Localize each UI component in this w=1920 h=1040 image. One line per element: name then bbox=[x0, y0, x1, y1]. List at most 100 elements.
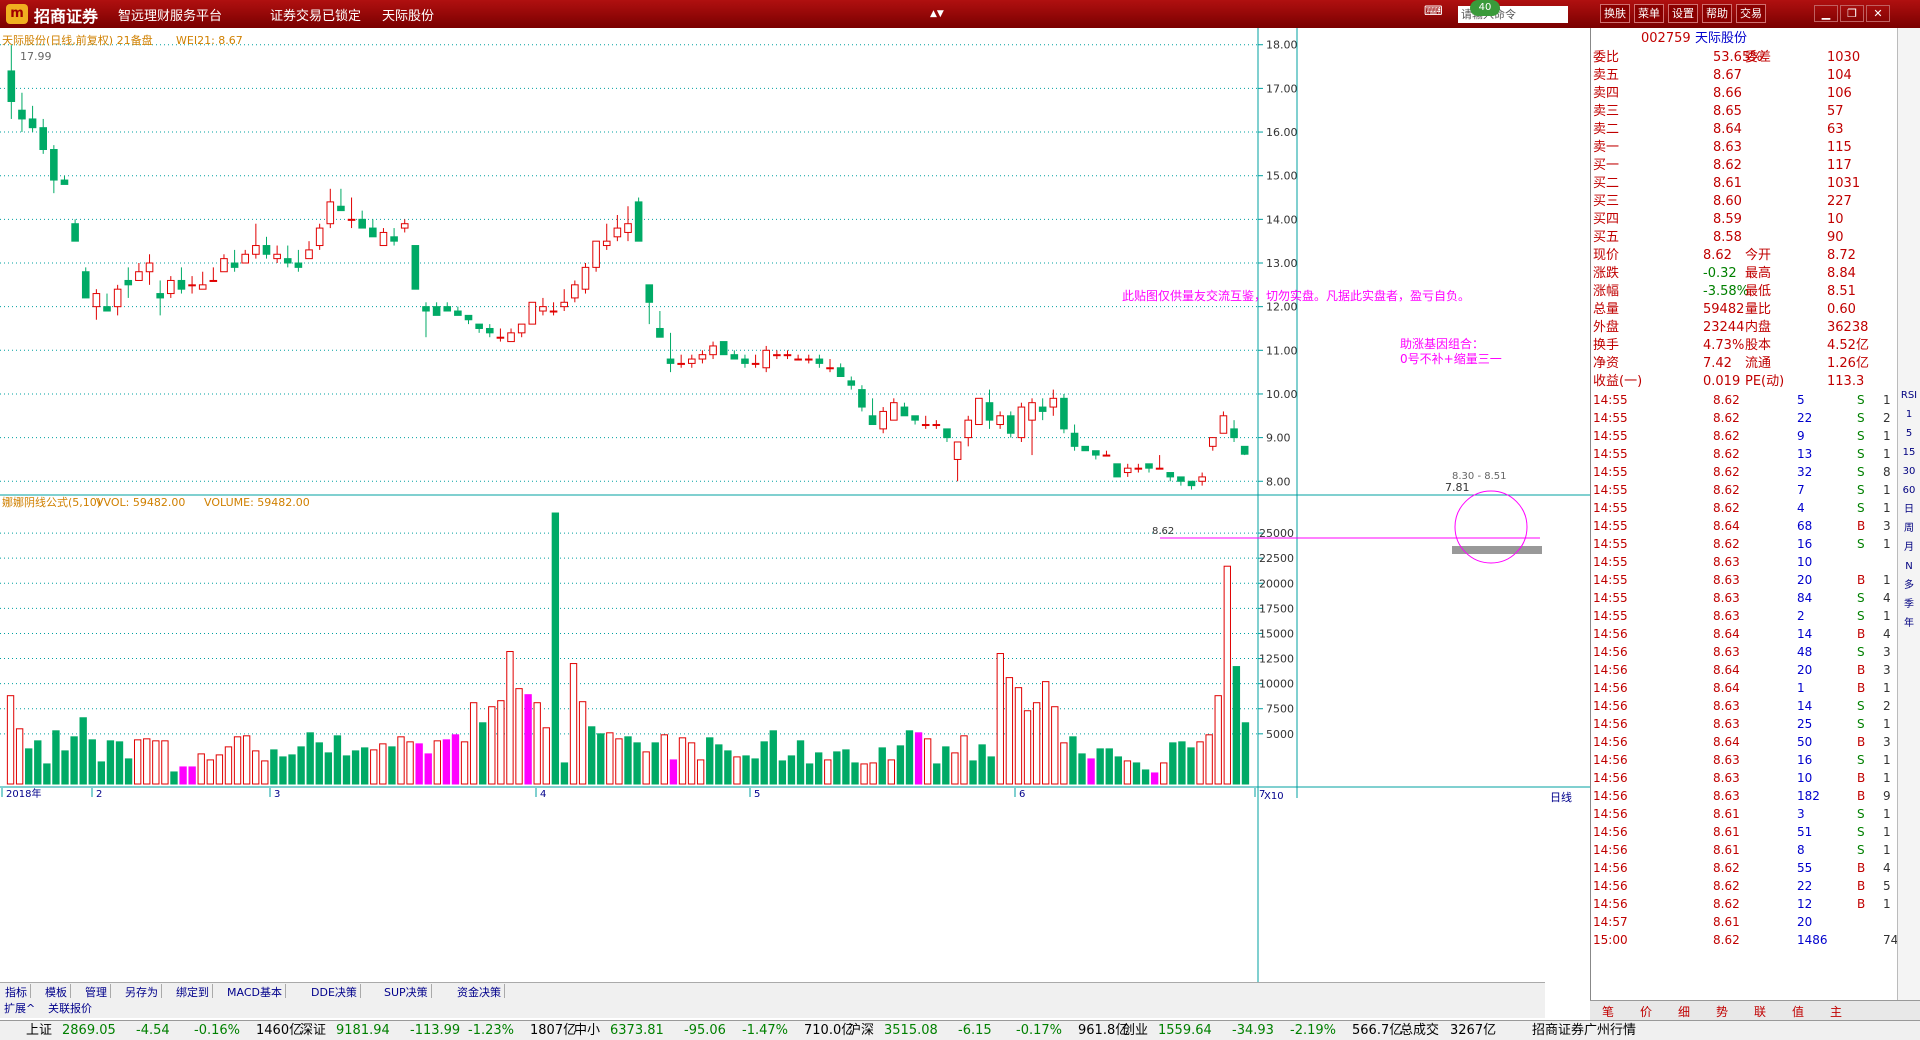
period-button[interactable]: 60 bbox=[1899, 483, 1919, 499]
tick-volume: 7 bbox=[1797, 483, 1805, 497]
volume-bar bbox=[914, 732, 923, 785]
weicha-value: 1030 bbox=[1827, 50, 1861, 65]
quote-tab[interactable]: 笔 bbox=[1602, 1003, 1614, 1020]
menu-skin-button[interactable]: 换肤 bbox=[1600, 4, 1630, 23]
candle-body bbox=[390, 236, 398, 242]
candle-body bbox=[337, 205, 345, 212]
index-change: -95.06 bbox=[684, 1023, 726, 1038]
tick-price: 8.63 bbox=[1713, 717, 1740, 731]
menu-help-button[interactable]: 帮助 bbox=[1702, 4, 1732, 23]
index-change: -34.93 bbox=[1232, 1023, 1274, 1038]
menu-main-button[interactable]: 菜单 bbox=[1634, 4, 1664, 23]
period-button[interactable]: 1 bbox=[1899, 407, 1919, 423]
notification-badge[interactable]: 40 bbox=[1470, 0, 1500, 16]
candle-body bbox=[326, 201, 335, 225]
volume-bar bbox=[25, 748, 33, 785]
quote-tab[interactable]: 势 bbox=[1716, 1003, 1728, 1020]
menu-trade-button[interactable]: 交易 bbox=[1736, 4, 1766, 23]
period-button[interactable]: N bbox=[1899, 559, 1919, 575]
tick-side: B bbox=[1857, 681, 1866, 695]
tick-time: 14:56 bbox=[1593, 627, 1628, 641]
quote-tab[interactable]: 联 bbox=[1754, 1003, 1766, 1020]
period-button[interactable]: 周 bbox=[1899, 521, 1919, 537]
menu-settings-button[interactable]: 设置 bbox=[1668, 4, 1698, 23]
ask-volume: 63 bbox=[1827, 122, 1844, 137]
extra-tab[interactable]: 关联报价 bbox=[48, 1000, 92, 1016]
vol-header-vvol: VVOL: 59482.00 bbox=[96, 496, 185, 509]
period-button[interactable]: 多 bbox=[1899, 578, 1919, 594]
tick-row: 14:56 8.64 20 B 3 bbox=[1593, 661, 1893, 679]
volume-bar bbox=[778, 760, 787, 785]
volume-bar bbox=[923, 738, 932, 785]
tick-time: 14:56 bbox=[1593, 861, 1628, 875]
kline-chart[interactable]: 18.0017.0016.0015.0014.0013.0012.0011.00… bbox=[0, 28, 1590, 1030]
period-button[interactable]: 15 bbox=[1899, 445, 1919, 461]
candle-body bbox=[209, 279, 218, 282]
close-icon[interactable]: ✕ bbox=[1866, 5, 1890, 22]
restore-icon[interactable]: ❐ bbox=[1840, 5, 1864, 22]
stat-row: 净资 7.42 流通 1.26亿 bbox=[1593, 355, 1893, 373]
period-button[interactable]: RSI bbox=[1899, 388, 1919, 404]
tick-time: 14:56 bbox=[1593, 753, 1628, 767]
volume-bar bbox=[1032, 702, 1041, 785]
total-turnover: 3267亿 bbox=[1450, 1023, 1497, 1038]
quote-tab[interactable]: 价 bbox=[1640, 1003, 1652, 1020]
tick-volume: 10 bbox=[1797, 555, 1813, 569]
period-button[interactable]: 5 bbox=[1899, 426, 1919, 442]
volume-bar bbox=[488, 706, 496, 785]
index-pct: -0.17% bbox=[1016, 1023, 1062, 1038]
volume-bar bbox=[878, 747, 886, 785]
quote-tab[interactable]: 主 bbox=[1830, 1003, 1842, 1020]
minimize-icon[interactable]: ▁ bbox=[1814, 5, 1838, 22]
candle-body bbox=[1113, 463, 1121, 478]
tick-count: 8 bbox=[1883, 465, 1891, 479]
candle-body bbox=[124, 279, 133, 286]
tick-side: B bbox=[1857, 771, 1866, 785]
period-button[interactable]: 30 bbox=[1899, 464, 1919, 480]
tick-side: S bbox=[1857, 645, 1865, 659]
tick-side: S bbox=[1857, 825, 1865, 839]
volume-bar bbox=[742, 755, 750, 785]
tick-time: 15:00 bbox=[1593, 933, 1628, 947]
volume-bar bbox=[951, 752, 959, 785]
bid-price: 8.58 bbox=[1713, 230, 1742, 245]
tick-side: S bbox=[1857, 465, 1865, 479]
period-button[interactable]: 日 bbox=[1899, 502, 1919, 518]
extra-tab[interactable]: 扩展^ bbox=[4, 1000, 35, 1016]
ask-volume: 106 bbox=[1827, 86, 1852, 101]
stock-name[interactable]: 天际股份 bbox=[1695, 30, 1747, 48]
tick-row: 14:55 8.64 68 B 3 bbox=[1593, 517, 1893, 535]
volume-bar bbox=[1069, 736, 1077, 785]
quote-tab[interactable]: 细 bbox=[1678, 1003, 1690, 1020]
period-button[interactable]: 月 bbox=[1899, 540, 1919, 556]
tick-price: 8.63 bbox=[1713, 645, 1740, 659]
collapse-icon[interactable]: ▲▼ bbox=[930, 9, 944, 19]
lock-status[interactable]: 证券交易已锁定 bbox=[270, 5, 361, 24]
bid-label: 买二 bbox=[1593, 176, 1620, 191]
stat-value: 0.019 bbox=[1703, 374, 1741, 389]
stat-row: 涨跌 -0.32 最高 8.84 bbox=[1593, 265, 1893, 283]
index-change: -4.54 bbox=[136, 1023, 170, 1038]
tick-price: 8.61 bbox=[1713, 807, 1740, 821]
bid-price: 8.62 bbox=[1713, 158, 1742, 173]
candle-body bbox=[103, 306, 111, 312]
keyboard-icon[interactable]: ⌨ bbox=[1424, 4, 1443, 19]
candle-body bbox=[1145, 463, 1153, 469]
period-button[interactable]: 年 bbox=[1899, 616, 1919, 632]
volume-bar bbox=[851, 762, 859, 785]
volume-bar bbox=[342, 755, 351, 785]
tick-volume: 14 bbox=[1797, 627, 1813, 641]
stat-value: -3.58% bbox=[1703, 284, 1749, 299]
indicator-tabs: 指标 模板 管理 另存为 绑定到 MACD基本 DDE决策 SUP决策 资金决策 bbox=[0, 982, 1545, 1000]
stat-row: 换手 4.73% 股本 4.52亿 bbox=[1593, 337, 1893, 355]
index-name: 深证 bbox=[300, 1023, 327, 1038]
search-icon[interactable]: ⌕ bbox=[1552, 6, 1559, 21]
candle-body bbox=[1123, 467, 1132, 474]
index-value: 6373.81 bbox=[610, 1023, 664, 1038]
candle-body bbox=[50, 149, 58, 181]
quote-tab[interactable]: 值 bbox=[1792, 1003, 1804, 1020]
tick-volume: 2 bbox=[1797, 609, 1805, 623]
stat-value-2: 1.26亿 bbox=[1827, 356, 1869, 371]
period-button[interactable]: 季 bbox=[1899, 597, 1919, 613]
tick-time: 14:56 bbox=[1593, 825, 1628, 839]
